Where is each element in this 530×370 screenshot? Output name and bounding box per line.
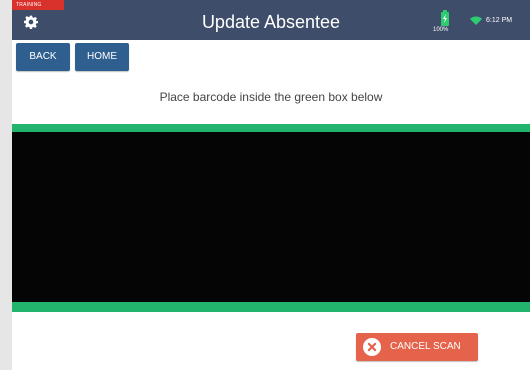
scan-instruction: Place barcode inside the green box below <box>159 90 383 104</box>
app-screen: TRAINING Update Absentee 100% 6:12 PM BA… <box>12 0 530 370</box>
cancel-scan-label: CANCEL SCAN <box>390 341 461 352</box>
barcode-scan-frame <box>12 124 530 312</box>
cancel-scan-button[interactable]: CANCEL SCAN <box>356 333 478 361</box>
status-clock: 6:12 PM <box>486 17 513 24</box>
home-button[interactable]: HOME <box>75 43 129 71</box>
camera-preview <box>12 132 530 302</box>
battery-percent: 100% <box>433 27 449 33</box>
battery-icon <box>441 10 449 26</box>
wifi-icon <box>470 16 482 25</box>
top-bar: TRAINING Update Absentee 100% 6:12 PM <box>12 0 530 40</box>
page-title: Update Absentee <box>201 12 341 32</box>
close-circle-icon <box>363 338 381 356</box>
back-button[interactable]: BACK <box>16 43 70 71</box>
